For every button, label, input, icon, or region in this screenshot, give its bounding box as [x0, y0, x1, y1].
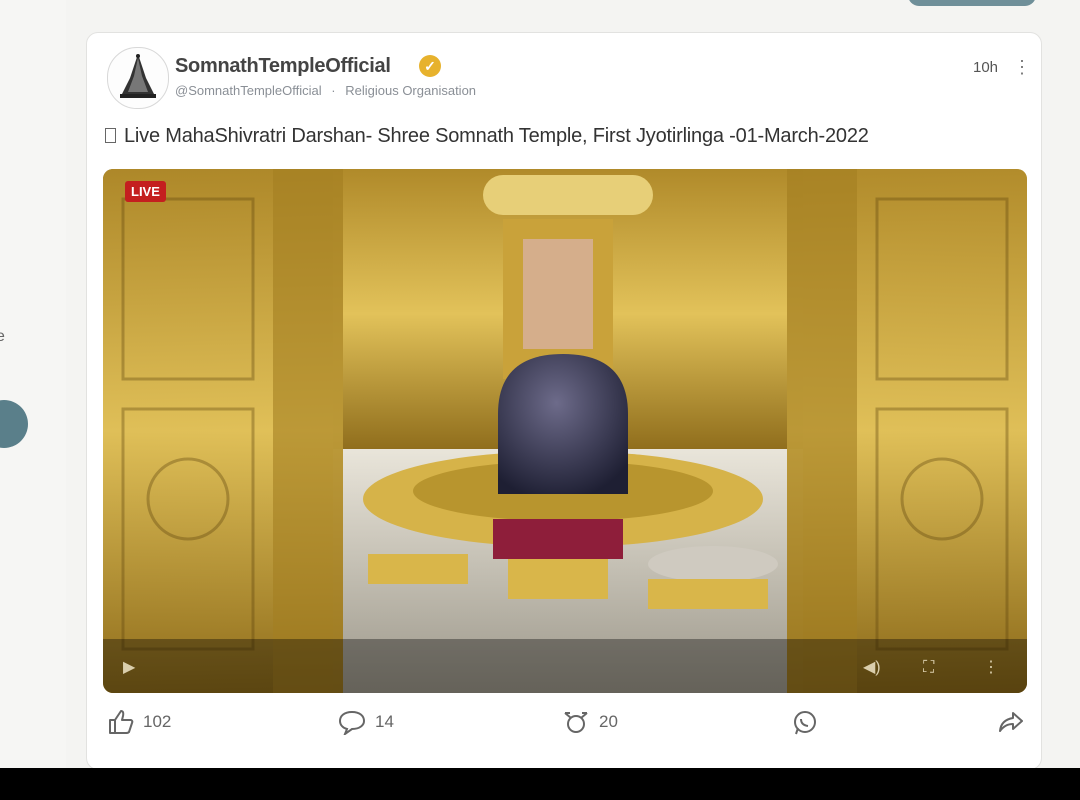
- comment-icon: [338, 710, 366, 735]
- fullscreen-icon[interactable]: ⛶: [923, 659, 934, 677]
- volume-icon[interactable]: ◀): [863, 657, 881, 677]
- video-menu-icon[interactable]: ⋮: [983, 657, 999, 677]
- video-frame: [103, 169, 1027, 693]
- like-count: 102: [143, 712, 172, 731]
- sidebar-text-fragment: e: [0, 328, 5, 345]
- timestamp: 10h: [973, 59, 999, 76]
- avatar[interactable]: [107, 47, 169, 109]
- bottom-bar: [0, 768, 1080, 800]
- post-subline: @SomnathTempleOfficial · Religious Organ…: [175, 83, 476, 98]
- category: Religious Organisation: [345, 83, 477, 98]
- repost-icon: [564, 712, 588, 733]
- share-button[interactable]: [997, 709, 1025, 735]
- top-action-button[interactable]: [908, 0, 1036, 6]
- more-vertical-icon[interactable]: ⋮: [1013, 57, 1031, 78]
- repost-count: 20: [599, 712, 618, 731]
- caption-text: Live MahaShivratri Darshan- Shree Somnat…: [124, 125, 869, 147]
- whatsapp-share-button[interactable]: [791, 709, 819, 737]
- whatsapp-icon: [794, 711, 816, 735]
- thumbs-up-icon: [109, 710, 134, 734]
- separator: ·: [331, 83, 336, 98]
- post-actions: 102 14 20: [105, 709, 1029, 743]
- sidebar-button[interactable]: [0, 400, 28, 448]
- emoji-placeholder-icon: [105, 128, 116, 143]
- comment-count: 14: [375, 712, 394, 731]
- video-player[interactable]: LIVE ▶ ◀) ⛶ ⋮: [103, 169, 1027, 693]
- live-badge: LIVE: [125, 181, 166, 202]
- username[interactable]: SomnathTempleOfficial: [175, 55, 391, 78]
- share-icon: [999, 712, 1023, 732]
- play-icon[interactable]: ▶: [123, 657, 135, 677]
- post-caption: Live MahaShivratri Darshan- Shree Somnat…: [105, 125, 869, 148]
- repost-button[interactable]: 20: [561, 709, 618, 735]
- post-card: SomnathTempleOfficial ✓ @SomnathTempleOf…: [86, 32, 1042, 770]
- handle[interactable]: @SomnathTempleOfficial: [175, 83, 322, 98]
- like-button[interactable]: 102: [107, 709, 171, 735]
- verified-icon: ✓: [419, 55, 441, 77]
- left-sidebar: e: [0, 0, 66, 768]
- comment-button[interactable]: 14: [337, 709, 394, 735]
